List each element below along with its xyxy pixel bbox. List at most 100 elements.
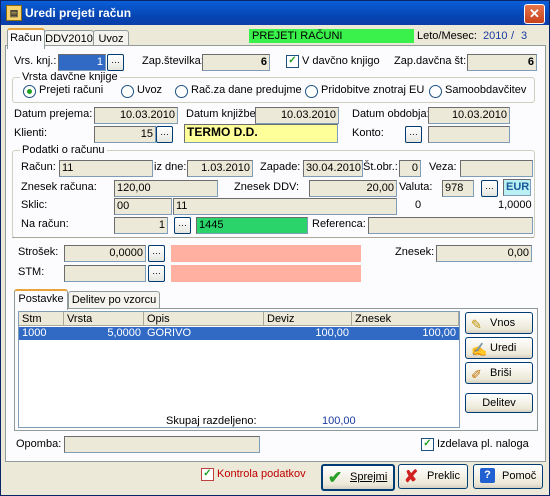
- skupaj-value: 100,00: [322, 415, 356, 427]
- izdelava-label: Izdelava pl. naloga: [437, 438, 529, 450]
- izdelava-checkbox[interactable]: ✓: [421, 438, 434, 451]
- konto-field[interactable]: [428, 126, 510, 143]
- table-row[interactable]: 1000 5,0000 GORIVO 100,00 100,00: [19, 327, 459, 340]
- radio-prejeti-racuni[interactable]: [23, 85, 36, 98]
- klient-name-field[interactable]: TERMO D.D.: [184, 124, 338, 143]
- cell-znesek: 100,00: [422, 327, 456, 339]
- cell-stm: 1000: [22, 327, 47, 339]
- kontrola-checkbox[interactable]: ✓: [201, 468, 214, 481]
- znesek-label: Znesek:: [395, 246, 435, 258]
- app-icon: ▤: [6, 5, 22, 21]
- period-month: 3: [521, 30, 528, 42]
- strosek-field[interactable]: 0,0000: [64, 245, 146, 262]
- veza-label: Veza:: [429, 161, 457, 173]
- sklic-label: Sklic:: [21, 199, 48, 211]
- col-deviz[interactable]: Deviz: [264, 312, 352, 326]
- znesek-ddv-field[interactable]: 20,00: [309, 180, 397, 197]
- cancel-x-icon: ✘: [404, 467, 419, 486]
- radio-predujme-label: Rač.za dane predujme: [191, 84, 302, 96]
- na-racun-id-field[interactable]: 1: [114, 217, 168, 234]
- col-vrsta[interactable]: Vrsta: [64, 312, 144, 326]
- sklic-number-field[interactable]: 11: [173, 198, 397, 215]
- checkmark-icon: ✔: [328, 468, 343, 487]
- radio-uvoz[interactable]: [121, 85, 134, 98]
- zap-stevilka-field[interactable]: 6: [202, 54, 270, 71]
- znesek-racuna-field[interactable]: 120,00: [114, 180, 218, 197]
- uredi-label: Uredi: [490, 342, 517, 354]
- konto-browse-button[interactable]: …: [405, 126, 422, 143]
- items-grid[interactable]: Stm Vrsta Opis Deviz Znesek 1000 5,0000 …: [18, 311, 460, 428]
- help-icon: ?: [480, 468, 495, 483]
- zapade-field[interactable]: 30.04.2010: [303, 160, 363, 177]
- dialog-window: ▤ Uredi prejeti račun ✕ Račun DDV2010 Uv…: [0, 0, 550, 496]
- datum-knjizbe-field[interactable]: 10.03.2010: [255, 107, 339, 124]
- vnos-label: Vnos: [490, 317, 516, 329]
- close-button[interactable]: ✕: [524, 4, 545, 24]
- period-label: Leto/Mesec:: [417, 30, 477, 42]
- sklic-model-field[interactable]: 00: [114, 198, 172, 215]
- pencil-icon: ✎: [471, 317, 482, 332]
- na-racun-field[interactable]: 1445: [196, 217, 308, 234]
- valuta-field[interactable]: EUR: [503, 179, 531, 196]
- strosek-browse-button[interactable]: …: [148, 245, 165, 262]
- period-slash: /: [511, 30, 515, 42]
- pomoc-button[interactable]: ? Pomoč: [473, 464, 543, 489]
- valuta-code-field[interactable]: 978: [442, 180, 474, 197]
- st-obr-label: Št.obr.:: [363, 161, 398, 173]
- uredi-button[interactable]: ✍ Uredi: [465, 337, 533, 359]
- tab-postavke[interactable]: Postavke: [14, 289, 68, 310]
- zap-davcna-label: Zap.davčna št:: [394, 55, 467, 67]
- strosek-name-field[interactable]: [171, 245, 361, 262]
- klienti-label: Klienti:: [14, 127, 48, 139]
- iz-dne-field[interactable]: 1.03.2010: [187, 160, 253, 177]
- sprejmi-button[interactable]: ✔ Sprejmi: [321, 464, 395, 491]
- valuta-browse-button[interactable]: …: [481, 180, 498, 197]
- tab-racun[interactable]: Račun: [7, 28, 45, 49]
- col-opis[interactable]: Opis: [144, 312, 264, 326]
- racun-field[interactable]: 11: [59, 160, 153, 177]
- tab-delitev-po-vzorcu[interactable]: Delitev po vzorcu: [68, 291, 160, 309]
- delitev-button[interactable]: Delitev: [465, 393, 533, 413]
- radio-prejeti-racuni-label: Prejeti računi: [39, 84, 104, 96]
- zero-value: 0: [415, 199, 422, 211]
- stm-name-field[interactable]: [171, 265, 361, 282]
- konto-label: Konto:: [352, 127, 384, 139]
- st-obr-field[interactable]: 0: [399, 160, 421, 177]
- pomoc-label: Pomoč: [502, 470, 537, 482]
- brisi-button[interactable]: ✐ Briši: [465, 362, 533, 384]
- radio-samoobdavcitev-label: Samoobdavčitev: [445, 84, 527, 96]
- zap-davcna-field[interactable]: 6: [467, 54, 537, 71]
- radio-pridobitve-eu[interactable]: [305, 85, 318, 98]
- title-bar[interactable]: ▤ Uredi prejeti račun ✕: [1, 1, 549, 25]
- stm-field[interactable]: [64, 265, 146, 282]
- datum-prejema-field[interactable]: 10.03.2010: [94, 107, 178, 124]
- radio-predujme[interactable]: [175, 85, 188, 98]
- na-racun-label: Na račun:: [21, 218, 69, 230]
- vrs-knj-browse-button[interactable]: …: [107, 54, 124, 71]
- radio-samoobdavcitev[interactable]: [429, 85, 442, 98]
- stm-browse-button[interactable]: …: [148, 265, 165, 282]
- opomba-field[interactable]: [64, 436, 260, 453]
- znesek-field[interactable]: 0,00: [436, 245, 532, 262]
- na-racun-browse-button[interactable]: …: [174, 217, 191, 234]
- eraser-icon: ✐: [471, 367, 482, 382]
- col-znesek[interactable]: Znesek: [352, 312, 459, 326]
- datum-obdobja-field[interactable]: 10.03.2010: [428, 107, 510, 124]
- divider: [12, 237, 534, 238]
- cell-deviz: 100,00: [315, 327, 349, 339]
- preklic-button[interactable]: ✘ Preklic: [398, 464, 468, 489]
- vrs-knj-label: Vrs. knj.:: [14, 55, 57, 67]
- skupaj-label: Skupaj razdeljeno:: [166, 415, 257, 427]
- referenca-field[interactable]: [368, 217, 533, 234]
- vnos-button[interactable]: ✎ Vnos: [465, 312, 533, 334]
- davcno-knjigo-checkbox[interactable]: ✓: [286, 55, 299, 68]
- document-type-badge: PREJETI RAČUNI: [249, 29, 414, 43]
- brisi-label: Briši: [490, 367, 512, 379]
- col-stm[interactable]: Stm: [19, 312, 64, 326]
- klient-browse-button[interactable]: …: [156, 126, 173, 143]
- klient-id-field[interactable]: 15: [94, 126, 156, 143]
- veza-field[interactable]: [460, 160, 533, 177]
- podatki-group-title: Podatki o računu: [20, 144, 107, 156]
- vrs-knj-field[interactable]: 1: [58, 54, 106, 71]
- cell-opis: GORIVO: [147, 327, 192, 339]
